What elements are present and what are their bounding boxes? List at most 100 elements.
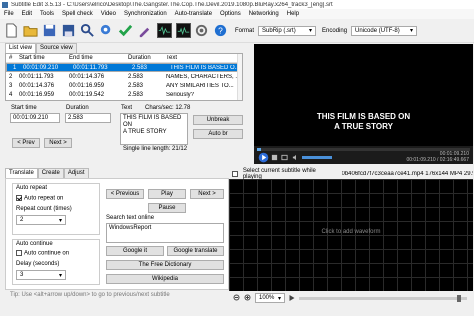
auto-br-button[interactable]: Auto br: [193, 129, 243, 139]
row-number: 3: [9, 83, 13, 90]
waveform-grid: [229, 179, 473, 291]
waveform-position-slider[interactable]: [299, 294, 467, 302]
table-row[interactable]: 1 00:01:09.210 00:01:11.793 2.583 THIS F…: [6, 63, 242, 73]
auto-repeat-checkbox[interactable]: Auto repeat on: [16, 195, 63, 202]
table-row[interactable]: 4 00:01:16.959 00:01:19.542 2.583 Seriou…: [6, 91, 242, 100]
zoom-select[interactable]: 100% ▾: [255, 293, 285, 303]
row-start: 00:01:09.210: [23, 64, 59, 71]
zoom-in-icon[interactable]: [244, 294, 252, 302]
menu-help[interactable]: Help: [287, 11, 299, 17]
new-file-icon[interactable]: [3, 22, 20, 39]
slider-thumb[interactable]: [457, 294, 461, 302]
chevron-down-icon: ▾: [309, 28, 313, 34]
video-progress-track[interactable]: [257, 148, 470, 151]
row-duration: 2.583: [128, 73, 144, 80]
column-end-time[interactable]: End time: [66, 55, 125, 61]
row-number: 2: [9, 73, 13, 80]
tab-create[interactable]: Create: [37, 168, 64, 178]
waveform-header: Select current subtitle while playing 0b…: [229, 167, 473, 180]
menu-networking[interactable]: Networking: [249, 11, 279, 17]
encoding-label: Encoding: [322, 27, 348, 34]
video-player[interactable]: THIS FILM IS BASED ON A TRUE STORY: [254, 44, 473, 162]
tab-list-view[interactable]: List view: [5, 43, 37, 53]
table-row[interactable]: 3 00:01:14.376 00:01:16.959 2.583 ANY SI…: [6, 82, 242, 91]
waveform-message: Click to add waveform: [321, 229, 381, 235]
remove-text-icon[interactable]: [136, 22, 153, 39]
title-bar: Subtitle Edit 3.5.13 - C:\Users\elrico\D…: [0, 0, 474, 9]
column-start-time[interactable]: Start time: [16, 55, 66, 61]
chars-sec-label: Chars/sec: 12.78: [145, 105, 191, 111]
subtitle-list[interactable]: # Start time End time Duration Text 1 00…: [5, 53, 243, 101]
table-row[interactable]: 2 00:01:11.793 00:01:14.376 2.583 NAMES,…: [6, 72, 242, 81]
menu-file[interactable]: File: [4, 11, 14, 17]
list-scrollbar[interactable]: [237, 54, 242, 100]
stop-icon[interactable]: [271, 154, 278, 161]
play-icon[interactable]: [288, 294, 296, 302]
delay-select[interactable]: 3 ▾: [16, 270, 66, 280]
google-it-button[interactable]: Google it: [106, 246, 164, 256]
volume-slider[interactable]: [302, 156, 332, 159]
column-duration[interactable]: Duration: [125, 55, 163, 61]
menu-auto-translate[interactable]: Auto-translate: [175, 11, 212, 17]
settings-icon[interactable]: [193, 22, 210, 39]
menu-options[interactable]: Options: [220, 11, 241, 17]
menu-spell-check[interactable]: Spell check: [62, 11, 93, 17]
window-title: Subtitle Edit 3.5.13 - C:\Users\elrico\D…: [11, 1, 333, 8]
tab-translate[interactable]: Translate: [5, 168, 38, 178]
search-text-input[interactable]: WindowsReport: [106, 223, 224, 243]
encoding-select[interactable]: Unicode (UTF-8) ▾: [351, 25, 418, 36]
chevron-down-icon: ▾: [58, 272, 62, 279]
start-time-input[interactable]: 00:01:09.210: [10, 113, 60, 123]
menu-edit[interactable]: Edit: [22, 11, 32, 17]
next-button[interactable]: Next >: [190, 189, 224, 199]
open-folder-icon[interactable]: [22, 22, 39, 39]
zoom-out-icon[interactable]: [233, 294, 241, 302]
save-icon[interactable]: [41, 22, 58, 39]
play-icon[interactable]: [258, 152, 269, 163]
menu-video[interactable]: Video: [101, 11, 116, 17]
spell-check-icon[interactable]: [176, 23, 191, 38]
duration-input[interactable]: 2.583: [65, 113, 111, 123]
fix-errors-icon[interactable]: [117, 22, 134, 39]
repeat-count-select[interactable]: 2 ▾: [16, 215, 66, 225]
help-icon[interactable]: ?: [212, 22, 229, 39]
row-number: 1: [13, 64, 17, 71]
column-number[interactable]: #: [6, 55, 16, 61]
app-icon: [2, 1, 8, 8]
column-text[interactable]: Text: [163, 55, 242, 61]
replace-icon[interactable]: [98, 22, 115, 39]
auto-continue-group: Auto continue Auto continue on Delay (se…: [12, 239, 100, 285]
format-select-value: SubRip (.srt): [262, 27, 296, 34]
wikipedia-button[interactable]: Wikipedia: [106, 274, 224, 284]
free-dictionary-button[interactable]: The Free Dictionary: [106, 260, 224, 270]
single-line-length-label: Single line length: 21/12: [123, 146, 188, 152]
pause-button[interactable]: Pause: [148, 203, 186, 213]
subtitle-text-input[interactable]: THIS FILM IS BASED ON A TRUE STORY: [120, 113, 188, 145]
waveform-area[interactable]: Click to add waveform: [229, 179, 473, 291]
google-translate-button[interactable]: Google translate: [167, 246, 224, 256]
tab-source-view[interactable]: Source view: [36, 43, 77, 53]
format-select[interactable]: SubRip (.srt) ▾: [258, 25, 317, 36]
play-button[interactable]: Play: [148, 189, 186, 199]
auto-continue-title: Auto continue: [16, 241, 53, 247]
auto-continue-checkbox[interactable]: Auto continue on: [16, 250, 69, 257]
fullscreen-icon[interactable]: [281, 154, 288, 161]
tab-adjust[interactable]: Adjust: [63, 168, 89, 178]
volume-icon[interactable]: [292, 154, 299, 161]
auto-repeat-title: Auto repeat: [16, 185, 48, 191]
visual-sync-icon[interactable]: [157, 23, 172, 38]
unbreak-button[interactable]: Unbreak: [193, 115, 243, 125]
chevron-down-icon: ▾: [58, 217, 62, 224]
select-current-label: Select current subtitle while playing: [242, 167, 316, 180]
chevron-down-icon: ▾: [277, 295, 281, 302]
next-button[interactable]: Next >: [44, 138, 72, 148]
video-subtitle-line: A TRUE STORY: [334, 122, 393, 131]
save-as-icon[interactable]: [60, 22, 77, 39]
menu-synchronization[interactable]: Synchronization: [124, 11, 167, 17]
prev-button[interactable]: < Prev: [12, 138, 40, 148]
find-icon[interactable]: [79, 22, 96, 39]
previous-button[interactable]: < Previous: [106, 189, 144, 199]
row-start: 00:01:16.959: [19, 92, 55, 99]
menu-tools[interactable]: Tools: [40, 11, 54, 17]
select-current-checkbox[interactable]: [232, 170, 238, 177]
